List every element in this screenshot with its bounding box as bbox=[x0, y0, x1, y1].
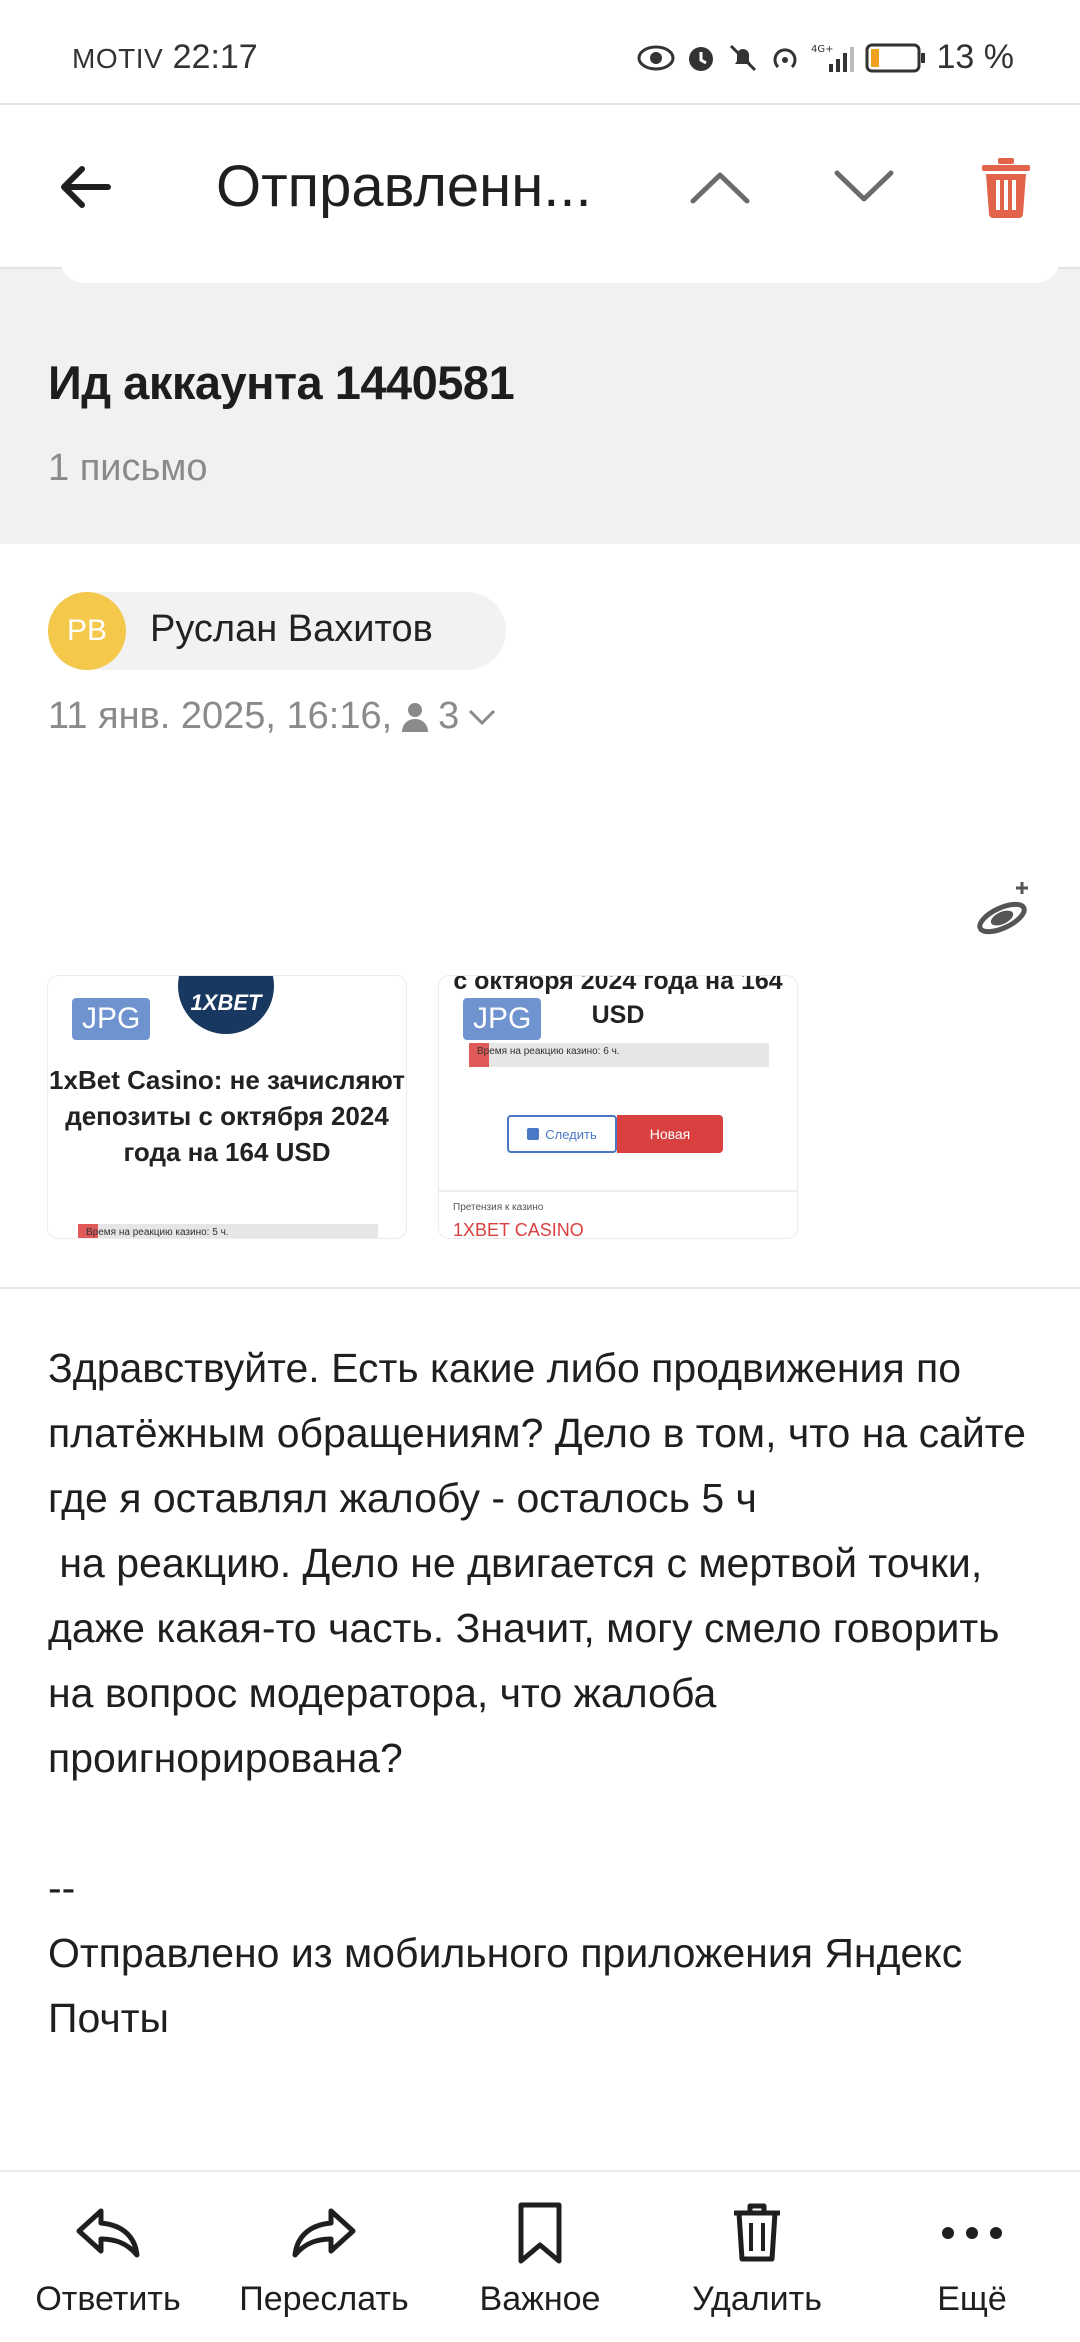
divider bbox=[0, 1287, 1080, 1289]
attachment-thumbnail[interactable]: 1XBET JPG 1xBet Casino: не зачисляют деп… bbox=[48, 976, 406, 1238]
new-status-preview: Новая bbox=[617, 1115, 723, 1153]
carrier-name: MOTIV bbox=[72, 43, 164, 74]
back-button[interactable] bbox=[44, 147, 124, 227]
attachment-thumbnail[interactable]: с октября 2024 года на 164 USD JPG Время… bbox=[439, 976, 797, 1238]
follow-button-preview: Следить bbox=[507, 1115, 617, 1153]
thread-subject: Ид аккаунта 1440581 bbox=[48, 356, 515, 409]
claim-label: Претензия к казино bbox=[453, 1202, 544, 1213]
reaction-time-bar: Время на реакцию казино: 6 ч. bbox=[469, 1043, 769, 1067]
eye-icon bbox=[637, 44, 675, 72]
file-type-badge: JPG bbox=[463, 998, 542, 1040]
recipients-count: 3 bbox=[438, 695, 460, 737]
reply-label: Ответить bbox=[35, 2280, 181, 2318]
delete-button[interactable] bbox=[966, 147, 1046, 227]
thread-header: Ид аккаунта 1440581 1 письмо bbox=[0, 259, 1080, 544]
chevron-down-icon bbox=[834, 170, 894, 202]
follow-label: Следить bbox=[545, 1126, 597, 1142]
trash-icon bbox=[982, 158, 1030, 218]
forward-label: Переслать bbox=[239, 2280, 409, 2318]
reaction-time-bar: Время на реакцию казино: 5 ч. bbox=[78, 1224, 378, 1238]
bookmark-icon bbox=[518, 2202, 562, 2264]
bottom-action-bar: Ответить Переслать Важное Удалить Ещё bbox=[0, 2170, 1080, 2340]
delete-bottom-button[interactable]: Удалить bbox=[672, 2172, 842, 2342]
sender-name: Руслан Вахитов bbox=[150, 608, 433, 650]
1xbet-logo: 1XBET bbox=[178, 976, 274, 1034]
card-edge bbox=[60, 259, 1060, 283]
important-label: Важное bbox=[479, 2280, 601, 2318]
alarm-icon bbox=[685, 42, 717, 74]
add-attachment-to-disk-icon[interactable] bbox=[976, 878, 1036, 938]
more-icon bbox=[942, 2227, 1002, 2239]
avatar: РВ bbox=[48, 592, 126, 670]
attachment-preview-text: 1xBet Casino: не зачисляют депозиты с ок… bbox=[49, 1065, 405, 1167]
folder-title: Отправленн... bbox=[216, 154, 592, 219]
claim-block: Претензия к казино 1XBET CASINO bbox=[439, 1190, 797, 1238]
reply-icon bbox=[76, 2208, 140, 2258]
trash-icon bbox=[734, 2203, 780, 2262]
more-button[interactable]: Ещё bbox=[904, 2172, 1040, 2342]
message-body: Здравствуйте. Есть какие либо продвижени… bbox=[48, 1345, 1026, 2041]
file-type-badge: JPG bbox=[72, 998, 151, 1040]
svg-text:4G+: 4G+ bbox=[811, 44, 834, 55]
message-meta[interactable]: 11 янв. 2025, 16:16, 3 bbox=[48, 695, 497, 738]
hotspot-icon bbox=[769, 42, 801, 74]
important-button[interactable]: Важное bbox=[460, 2172, 620, 2342]
delete-label: Удалить bbox=[692, 2280, 822, 2318]
chevron-down-icon bbox=[469, 709, 496, 725]
status-bar: MOTIV 22:17 4G+ 13 % bbox=[0, 0, 1080, 100]
prev-message-button[interactable] bbox=[680, 147, 760, 227]
message-datetime: 11 янв. 2025, 16:16, bbox=[48, 695, 393, 737]
signal-icon: 4G+ bbox=[811, 42, 855, 74]
chevron-up-icon bbox=[690, 172, 750, 204]
forward-icon bbox=[292, 2208, 356, 2258]
person-icon bbox=[402, 702, 429, 732]
top-toolbar: Отправленн... bbox=[0, 103, 1080, 269]
battery-percent: 13 % bbox=[936, 38, 1015, 76]
battery-icon bbox=[865, 43, 927, 73]
status-left: MOTIV 22:17 bbox=[72, 38, 258, 77]
reaction-time-text: Время на реакцию казино: 6 ч. bbox=[477, 1046, 620, 1057]
back-arrow-icon bbox=[61, 166, 111, 208]
mute-icon bbox=[727, 42, 759, 74]
more-label: Ещё bbox=[937, 2280, 1007, 2318]
thread-message-count: 1 письмо bbox=[48, 447, 208, 489]
claim-name: 1XBET CASINO bbox=[453, 1220, 584, 1238]
reply-button[interactable]: Ответить bbox=[20, 2172, 196, 2342]
sender-chip[interactable]: РВ Руслан Вахитов bbox=[48, 592, 506, 670]
reaction-time-text: Время на реакцию казино: 5 ч. bbox=[86, 1227, 229, 1238]
status-time: 22:17 bbox=[172, 38, 258, 76]
forward-button[interactable]: Переслать bbox=[226, 2172, 422, 2342]
status-right: 4G+ 13 % bbox=[637, 38, 1015, 77]
next-message-button[interactable] bbox=[824, 147, 904, 227]
